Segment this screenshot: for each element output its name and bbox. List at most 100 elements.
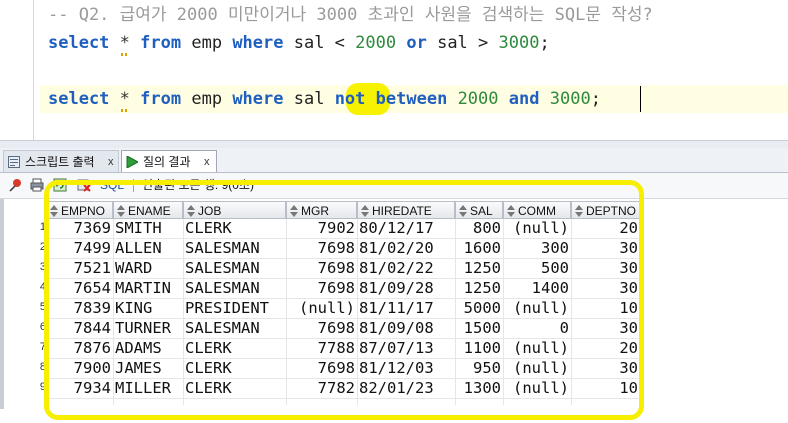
cell-job[interactable]: SALESMAN xyxy=(185,318,284,338)
cell-empno[interactable]: 7934 xyxy=(48,378,111,398)
cell-mgr[interactable]: (null) xyxy=(288,298,355,318)
cell-empno[interactable]: 7521 xyxy=(48,258,111,278)
sort-icon[interactable] xyxy=(575,205,583,217)
cell-deptno[interactable]: 10 xyxy=(573,378,638,398)
cell-deptno[interactable]: 30 xyxy=(573,318,638,338)
cell-deptno[interactable]: 20 xyxy=(573,218,638,238)
row-number[interactable]: 9 xyxy=(4,381,46,393)
column-header-mgr[interactable]: MGR xyxy=(286,201,357,219)
cell-deptno[interactable]: 20 xyxy=(573,338,638,358)
cell-mgr[interactable]: 7902 xyxy=(288,218,355,238)
cell-deptno[interactable]: 30 xyxy=(573,278,638,298)
sort-icon[interactable] xyxy=(117,205,125,217)
cell-comm[interactable]: 500 xyxy=(505,258,569,278)
cell-hiredate[interactable]: 80/12/17 xyxy=(359,218,453,238)
row-number[interactable]: 7 xyxy=(4,341,46,353)
pin-icon[interactable] xyxy=(9,178,23,192)
cell-sal[interactable]: 1600 xyxy=(457,238,501,258)
cell-hiredate[interactable]: 82/01/23 xyxy=(359,378,453,398)
cell-empno[interactable]: 7369 xyxy=(48,218,111,238)
cell-hiredate[interactable]: 87/07/13 xyxy=(359,338,453,358)
cell-comm[interactable]: (null) xyxy=(505,378,569,398)
row-number[interactable]: 8 xyxy=(4,361,46,373)
cell-ename[interactable]: MILLER xyxy=(115,378,181,398)
cell-sal[interactable]: 1100 xyxy=(457,338,501,358)
cell-job[interactable]: CLERK xyxy=(185,378,284,398)
print-icon[interactable] xyxy=(30,178,44,192)
cell-sal[interactable]: 950 xyxy=(457,358,501,378)
cell-sal[interactable]: 1250 xyxy=(457,258,501,278)
tab-script-output[interactable]: 스크립트 출력 x xyxy=(3,150,119,172)
cell-empno[interactable]: 7654 xyxy=(48,278,111,298)
row-number[interactable]: 6 xyxy=(4,321,46,333)
sort-icon[interactable] xyxy=(187,205,195,217)
cell-mgr[interactable]: 7698 xyxy=(288,278,355,298)
cell-empno[interactable]: 7839 xyxy=(48,298,111,318)
refresh-icon[interactable] xyxy=(53,178,67,192)
cell-deptno[interactable]: 30 xyxy=(573,258,638,278)
sql-clear-icon[interactable] xyxy=(77,178,91,192)
cell-empno[interactable]: 7499 xyxy=(48,238,111,258)
cell-comm[interactable]: (null) xyxy=(505,358,569,378)
cell-ename[interactable]: WARD xyxy=(115,258,181,278)
column-header-deptno[interactable]: DEPTNO xyxy=(571,201,640,219)
row-number[interactable]: 2 xyxy=(4,241,46,253)
cell-ename[interactable]: JAMES xyxy=(115,358,181,378)
sort-icon[interactable] xyxy=(459,205,467,217)
cell-hiredate[interactable]: 81/09/08 xyxy=(359,318,453,338)
cell-sal[interactable]: 1300 xyxy=(457,378,501,398)
cell-hiredate[interactable]: 81/02/20 xyxy=(359,238,453,258)
sort-icon[interactable] xyxy=(507,205,515,217)
cell-hiredate[interactable]: 81/11/17 xyxy=(359,298,453,318)
cell-sal[interactable]: 800 xyxy=(457,218,501,238)
cell-mgr[interactable]: 7698 xyxy=(288,358,355,378)
sql-label[interactable]: SQL xyxy=(100,173,124,198)
cell-hiredate[interactable]: 81/12/03 xyxy=(359,358,453,378)
column-header-job[interactable]: JOB xyxy=(183,201,286,219)
cell-deptno[interactable]: 30 xyxy=(573,358,638,378)
column-header-empno[interactable]: EMPNO xyxy=(46,201,113,219)
cell-job[interactable]: CLERK xyxy=(185,218,284,238)
cell-job[interactable]: PRESIDENT xyxy=(185,298,284,318)
cell-mgr[interactable]: 7698 xyxy=(288,318,355,338)
cell-ename[interactable]: TURNER xyxy=(115,318,181,338)
cell-ename[interactable]: KING xyxy=(115,298,181,318)
cell-comm[interactable]: (null) xyxy=(505,298,569,318)
row-number[interactable]: 3 xyxy=(4,261,46,273)
row-number[interactable]: 1 xyxy=(4,221,46,233)
row-number[interactable]: 4 xyxy=(4,281,46,293)
column-header-hiredate[interactable]: HIREDATE xyxy=(357,201,455,219)
cell-job[interactable]: SALESMAN xyxy=(185,258,284,278)
close-icon[interactable]: x xyxy=(204,151,210,173)
cell-comm[interactable]: (null) xyxy=(505,338,569,358)
cell-mgr[interactable]: 7698 xyxy=(288,258,355,278)
cell-ename[interactable]: ALLEN xyxy=(115,238,181,258)
cell-job[interactable]: CLERK xyxy=(185,338,284,358)
sort-icon[interactable] xyxy=(361,205,369,217)
tab-query-result[interactable]: 질의 결과 x xyxy=(121,150,217,172)
cell-comm[interactable]: 1400 xyxy=(505,278,569,298)
cell-deptno[interactable]: 10 xyxy=(573,298,638,318)
sort-icon[interactable] xyxy=(290,205,298,217)
column-header-sal[interactable]: SAL xyxy=(455,201,503,219)
cell-deptno[interactable]: 30 xyxy=(573,238,638,258)
cell-hiredate[interactable]: 81/02/22 xyxy=(359,258,453,278)
cell-ename[interactable]: MARTIN xyxy=(115,278,181,298)
cell-ename[interactable]: SMITH xyxy=(115,218,181,238)
cell-mgr[interactable]: 7782 xyxy=(288,378,355,398)
cell-mgr[interactable]: 7698 xyxy=(288,238,355,258)
cell-empno[interactable]: 7844 xyxy=(48,318,111,338)
cell-job[interactable]: SALESMAN xyxy=(185,278,284,298)
cell-sal[interactable]: 1500 xyxy=(457,318,501,338)
cell-mgr[interactable]: 7788 xyxy=(288,338,355,358)
cell-empno[interactable]: 7876 xyxy=(48,338,111,358)
cell-comm[interactable]: 300 xyxy=(505,238,569,258)
cell-comm[interactable]: (null) xyxy=(505,218,569,238)
close-icon[interactable]: x xyxy=(108,151,114,173)
cell-ename[interactable]: ADAMS xyxy=(115,338,181,358)
cell-sal[interactable]: 5000 xyxy=(457,298,501,318)
cell-sal[interactable]: 1250 xyxy=(457,278,501,298)
cell-empno[interactable]: 7900 xyxy=(48,358,111,378)
column-header-ename[interactable]: ENAME xyxy=(113,201,183,219)
cell-job[interactable]: SALESMAN xyxy=(185,238,284,258)
